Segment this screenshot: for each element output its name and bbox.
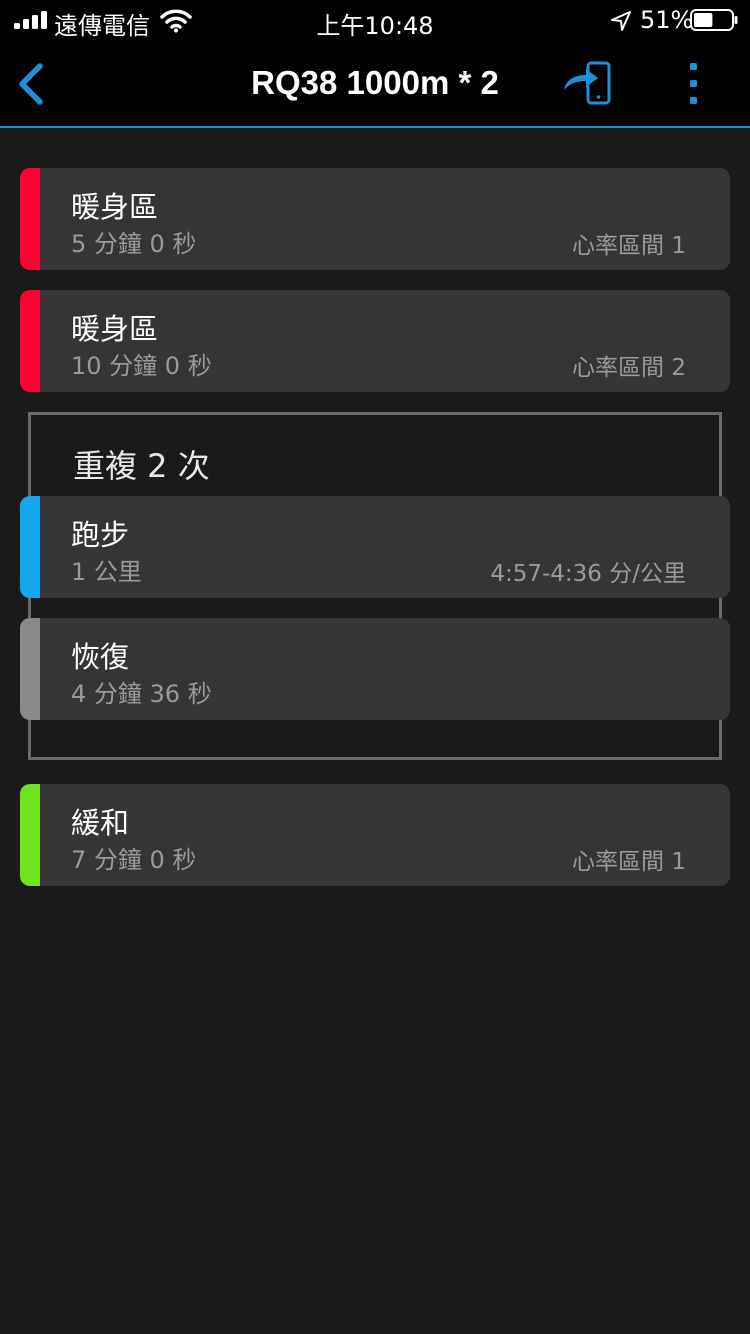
- step-name: 恢復: [71, 640, 130, 674]
- more-vertical-icon[interactable]: [680, 60, 708, 108]
- step-name: 跑步: [71, 518, 130, 552]
- step-target: 4:57-4:36 分/公里: [490, 561, 686, 587]
- step-color-bar: [20, 784, 40, 886]
- step-target: 心率區間 2: [572, 355, 686, 381]
- workout-step-warmup-2[interactable]: 暖身區 10 分鐘 0 秒 心率區間 2: [20, 290, 730, 392]
- step-color-bar: [20, 496, 40, 598]
- send-to-device-icon[interactable]: [560, 60, 614, 108]
- workout-step-warmup-1[interactable]: 暖身區 5 分鐘 0 秒 心率區間 1: [20, 168, 730, 270]
- repeat-title: 重複 2 次: [73, 447, 210, 485]
- location-arrow-icon: [611, 11, 631, 31]
- step-name: 暖身區: [71, 312, 159, 346]
- workout-step-run[interactable]: 跑步 1 公里 4:57-4:36 分/公里: [20, 496, 730, 598]
- status-bar: 遠傳電信 上午10:48 51%: [0, 0, 750, 40]
- page-title: RQ38 1000m * 2: [251, 64, 499, 101]
- step-color-bar: [20, 290, 40, 392]
- step-duration: 10 分鐘 0 秒: [71, 352, 212, 380]
- step-duration: 1 公里: [71, 558, 142, 586]
- step-target: 心率區間 1: [572, 849, 686, 875]
- navigation-bar: RQ38 1000m * 2: [0, 40, 750, 128]
- step-duration: 5 分鐘 0 秒: [71, 230, 197, 258]
- step-target: 心率區間 1: [572, 233, 686, 259]
- battery-icon: [690, 9, 738, 31]
- step-color-bar: [20, 618, 40, 720]
- step-color-bar: [20, 168, 40, 270]
- status-time: 上午10:48: [316, 12, 434, 40]
- battery-percent: 51%: [640, 6, 694, 34]
- workout-step-cooldown[interactable]: 緩和 7 分鐘 0 秒 心率區間 1: [20, 784, 730, 886]
- workout-step-recovery[interactable]: 恢復 4 分鐘 36 秒: [20, 618, 730, 720]
- step-name: 緩和: [71, 806, 130, 840]
- step-duration: 4 分鐘 36 秒: [71, 680, 212, 708]
- step-duration: 7 分鐘 0 秒: [71, 846, 197, 874]
- step-name: 暖身區: [71, 190, 159, 224]
